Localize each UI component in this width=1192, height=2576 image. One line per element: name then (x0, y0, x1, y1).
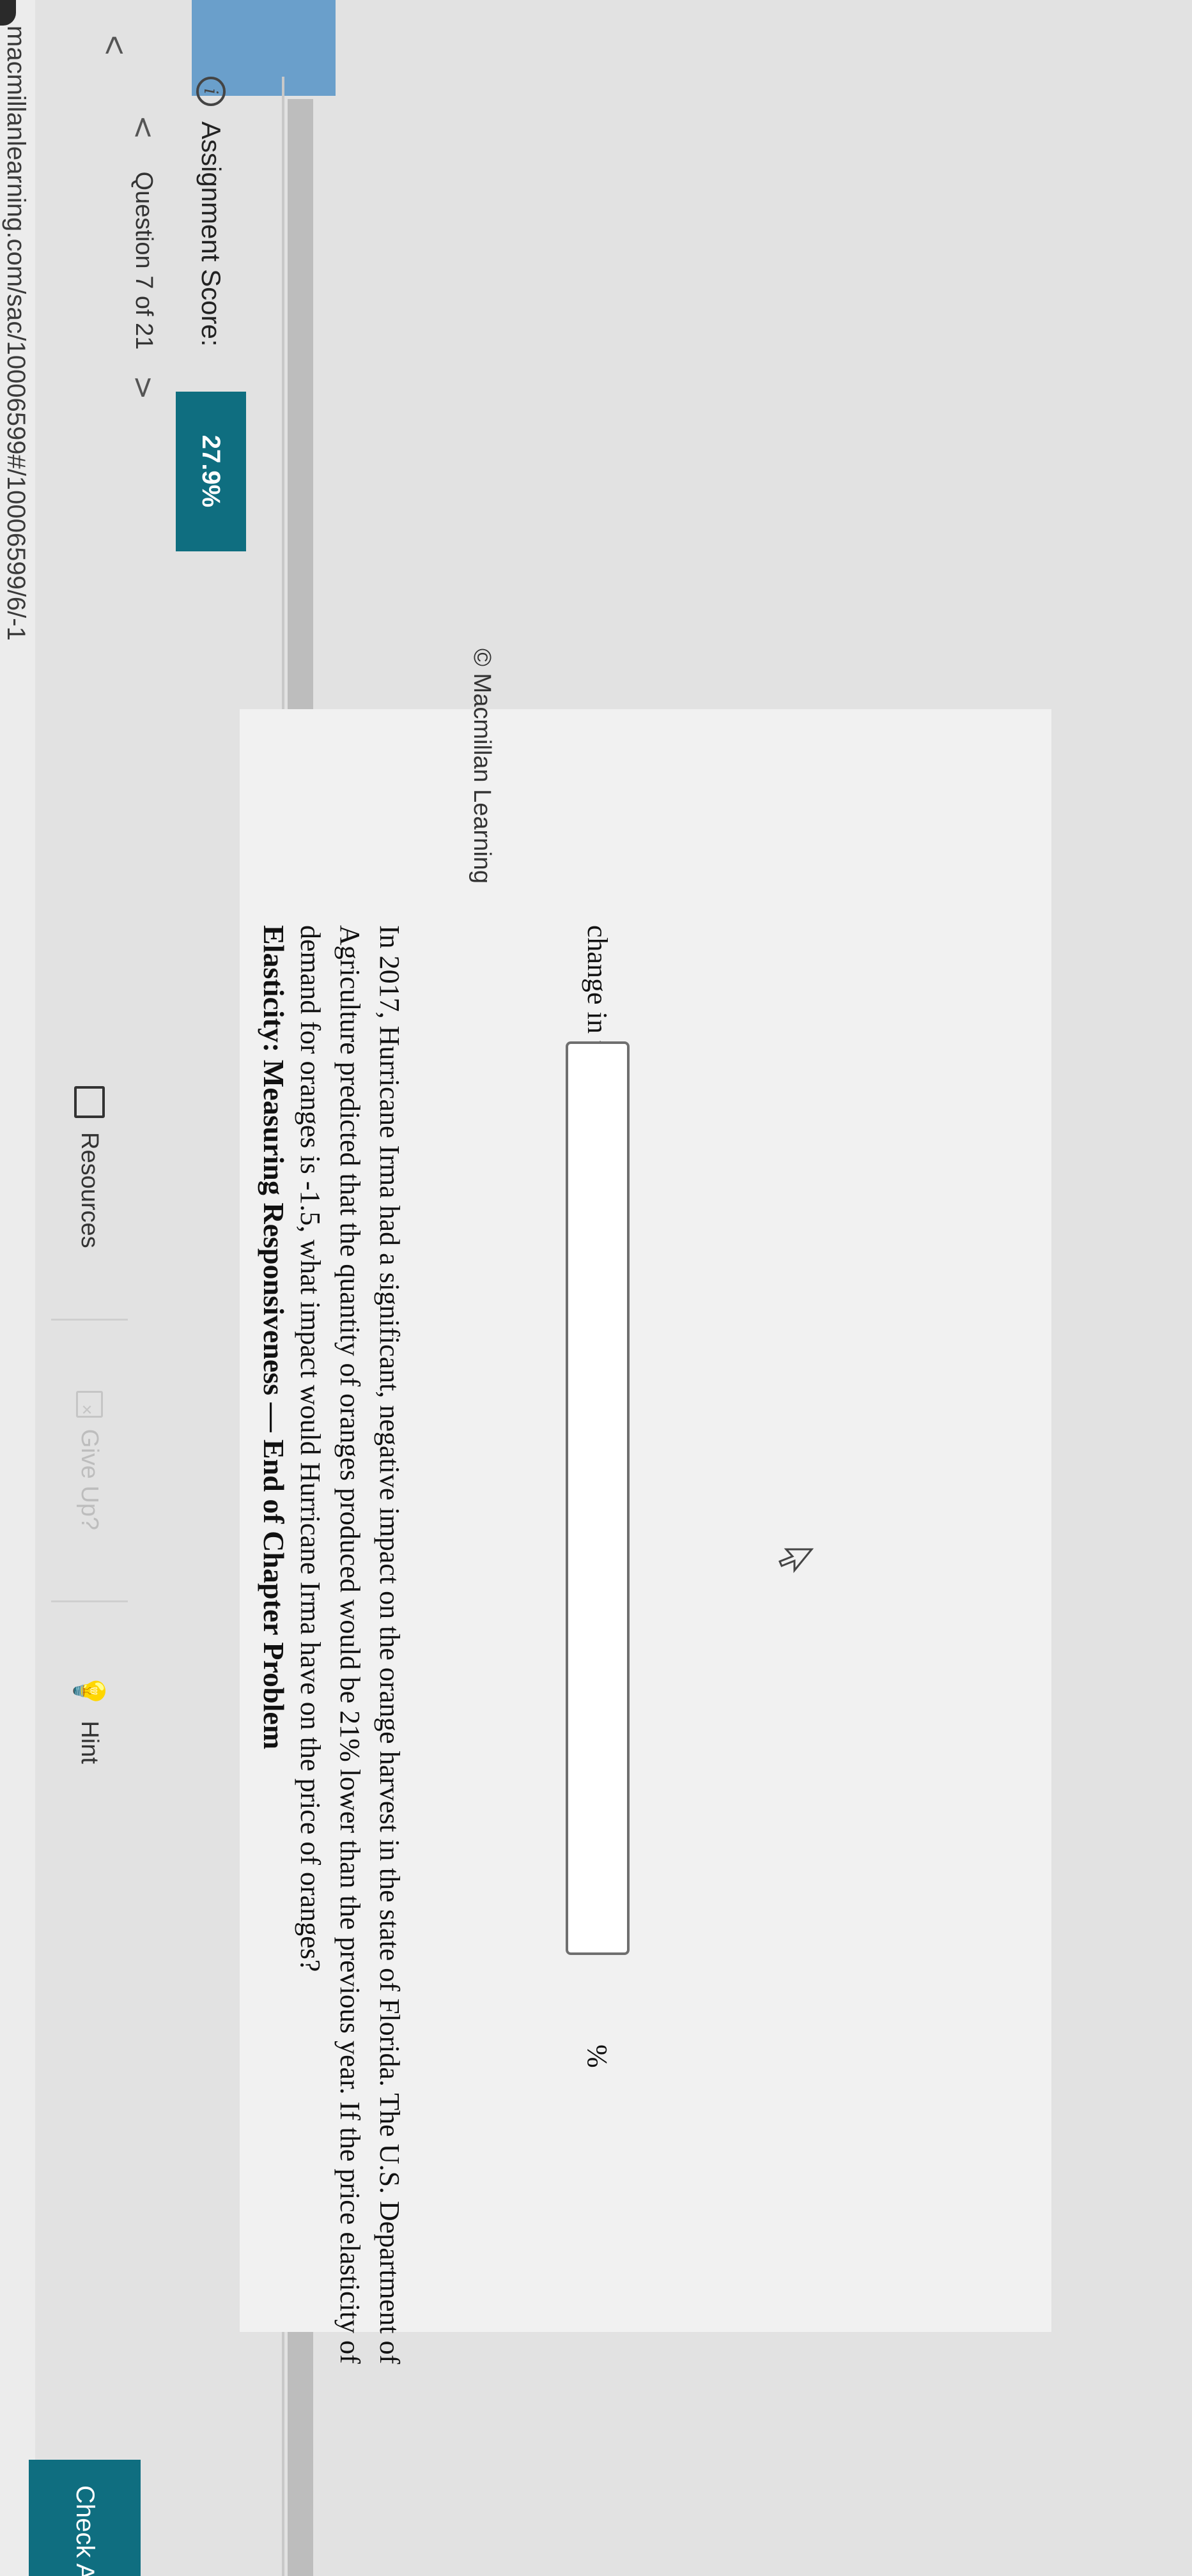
back-chevron-icon[interactable]: < (95, 35, 134, 56)
give-up-button[interactable]: ✕ Give Up? (76, 1390, 104, 1531)
question-counter[interactable]: Question 7 of 21 (130, 172, 158, 350)
hint-button[interactable]: 💡 Hint (72, 1673, 107, 1764)
assignment-score-label: Assignment Score: (196, 121, 226, 347)
toolbar-divider (51, 1600, 128, 1603)
question-toolbar: Resources ✕ Give Up? 💡 Hint (38, 1086, 141, 1834)
hint-label: Hint (76, 1721, 104, 1764)
resources-icon (74, 1086, 105, 1118)
problem-text-line: Agriculture predicted that the quantity … (334, 925, 366, 2364)
give-up-label: Give Up? (76, 1429, 104, 1531)
price-change-input[interactable] (566, 1041, 630, 1955)
question-nav: < Question 7 of 21 > (118, 115, 169, 400)
resources-label: Resources (76, 1132, 104, 1248)
check-answer-button[interactable]: Check Answ (29, 2460, 141, 2576)
percent-unit: % (582, 2044, 613, 2068)
assignment-score-badge: 27.9% (176, 391, 246, 551)
next-question-chevron-icon[interactable]: > (127, 375, 161, 400)
prev-question-chevron-icon[interactable]: < (127, 115, 161, 140)
problem-text-line: In 2017, Hurricane Irma had a significan… (374, 925, 405, 2365)
problem-title: Elasticity: Measuring Responsiveness — E… (258, 925, 290, 1750)
assignment-score-row: i Assignment Score: 27.9% (169, 77, 252, 551)
lightbulb-icon: 💡 (73, 1673, 107, 1710)
resources-button[interactable]: Resources (74, 1086, 105, 1248)
url-text: macmillanlearning.com/sac/10006599#/1000… (2, 26, 30, 641)
mouse-cursor-icon (778, 1548, 814, 1574)
copyright-notice: © Macmillan Learning (468, 648, 495, 884)
browser-url-bar[interactable]: macmillanlearning.com/sac/10006599#/1000… (0, 0, 35, 2576)
page-stage: macmillanlearning.com/sac/10006599#/1000… (0, 0, 1192, 2576)
give-up-icon: ✕ (76, 1390, 103, 1418)
problem-text-line: demand for oranges is -1.5, what impact … (295, 925, 326, 1972)
check-answer-label: Check Answ (71, 2485, 99, 2576)
info-icon[interactable]: i (196, 77, 226, 106)
toolbar-divider (51, 1318, 128, 1321)
problem-body: In 2017, Hurricane Irma had a significan… (290, 925, 409, 2554)
